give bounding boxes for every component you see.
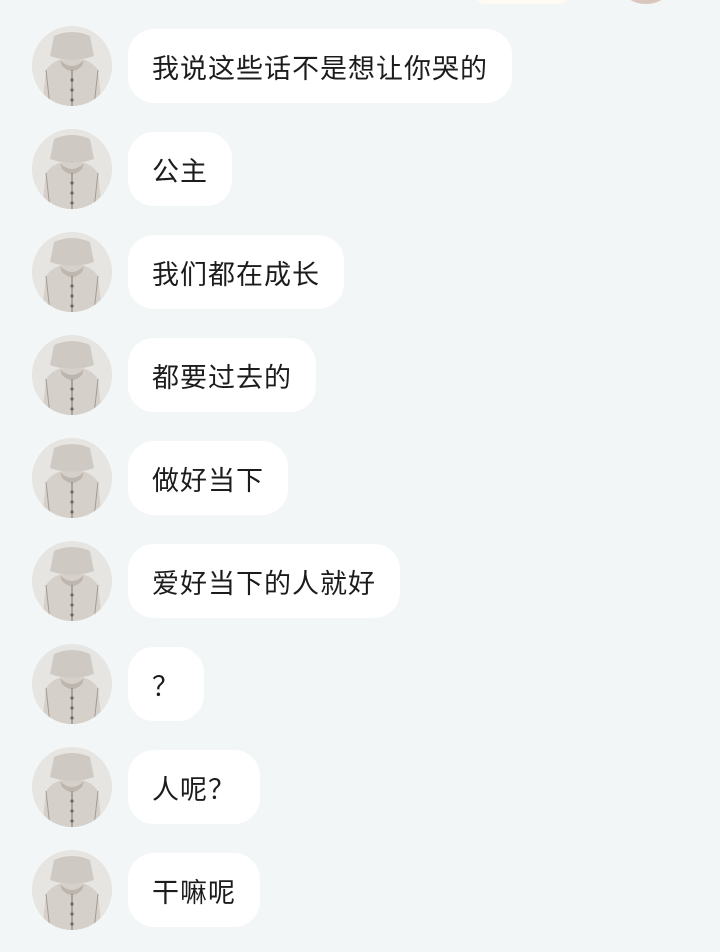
person-avatar-icon <box>32 541 112 621</box>
person-avatar-icon <box>32 850 112 930</box>
message-bubble[interactable]: 做好当下 <box>128 441 288 515</box>
message-row: 爱好当下的人就好 <box>0 541 720 627</box>
message-bubble[interactable]: 我说这些话不是想让你哭的 <box>128 29 512 103</box>
message-bubble[interactable]: 我们都在成长 <box>128 235 344 309</box>
contact-avatar[interactable] <box>32 438 112 518</box>
person-avatar-icon <box>32 232 112 312</box>
contact-avatar[interactable] <box>32 232 112 312</box>
person-avatar-icon <box>32 438 112 518</box>
message-bubble[interactable]: 人呢？ <box>128 750 260 824</box>
message-row: 我说这些话不是想让你哭的 <box>0 26 720 112</box>
contact-avatar[interactable] <box>32 335 112 415</box>
person-avatar-icon <box>32 335 112 415</box>
chat-message-list[interactable]: 我说这些话不是想让你哭的 公主 我们都在成长 都要过去的 做好当下 爱好当下的人… <box>0 0 720 952</box>
message-row: 都要过去的 <box>0 335 720 421</box>
message-bubble[interactable]: 爱好当下的人就好 <box>128 544 400 618</box>
message-row: ？ <box>0 644 720 730</box>
contact-avatar[interactable] <box>32 26 112 106</box>
person-avatar-icon <box>32 26 112 106</box>
message-row: 我们都在成长 <box>0 232 720 318</box>
message-bubble[interactable]: ？ <box>128 647 204 721</box>
message-row: 人呢？ <box>0 747 720 833</box>
message-bubble[interactable]: 公主 <box>128 132 232 206</box>
contact-avatar[interactable] <box>32 644 112 724</box>
person-avatar-icon <box>32 644 112 724</box>
message-row: 干嘛呢 <box>0 850 720 936</box>
message-row: 公主 <box>0 129 720 215</box>
person-avatar-icon <box>32 747 112 827</box>
message-bubble[interactable]: 都要过去的 <box>128 338 316 412</box>
contact-avatar[interactable] <box>32 850 112 930</box>
message-bubble[interactable]: 干嘛呢 <box>128 853 260 927</box>
person-avatar-icon <box>32 129 112 209</box>
contact-avatar[interactable] <box>32 541 112 621</box>
contact-avatar[interactable] <box>32 747 112 827</box>
message-row: 做好当下 <box>0 438 720 524</box>
contact-avatar[interactable] <box>32 129 112 209</box>
